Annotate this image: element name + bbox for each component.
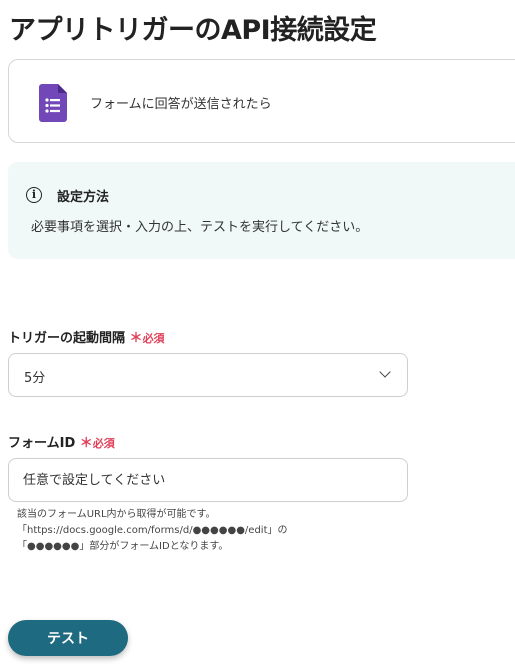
google-forms-icon	[39, 84, 67, 122]
info-box	[8, 162, 515, 259]
interval-select-value: 5分	[24, 371, 46, 386]
help-line: 「●●●●●●」部分がフォームIDとなります。	[17, 541, 229, 552]
chevron-down-icon	[379, 366, 391, 378]
page-title: アプリトリガーのAPI接続設定	[9, 15, 377, 46]
info-text: 必要事項を選択・入力の上、テストを実行してください。	[31, 220, 369, 235]
test-button[interactable]: テスト	[8, 620, 128, 656]
form-id-input[interactable]	[8, 458, 408, 502]
required-mark: ＊	[79, 436, 93, 451]
required-mark: ＊	[129, 331, 143, 346]
help-line: 該当のフォームURL内から取得が可能です。	[17, 509, 216, 520]
interval-label-text: トリガーの起動間隔	[8, 331, 126, 346]
trigger-app-card: フォームに回答が送信されたら	[8, 59, 515, 143]
form-id-field-label: フォームID ＊必須	[8, 432, 115, 451]
form-id-help-text: 該当のフォームURL内から取得が可能です。 「https://docs.goog…	[17, 507, 288, 555]
interval-field-label: トリガーの起動間隔 ＊必須	[8, 327, 165, 346]
help-line: 「https://docs.google.com/forms/d/●●●●●●/…	[17, 525, 288, 536]
info-icon: i	[26, 187, 42, 203]
info-title: 設定方法	[57, 190, 110, 205]
trigger-label: フォームに回答が送信されたら	[90, 97, 272, 112]
interval-select[interactable]: 5分	[8, 353, 408, 397]
required-text: 必須	[142, 332, 165, 345]
form-id-label-text: フォームID	[8, 436, 76, 451]
required-text: 必須	[92, 437, 115, 450]
